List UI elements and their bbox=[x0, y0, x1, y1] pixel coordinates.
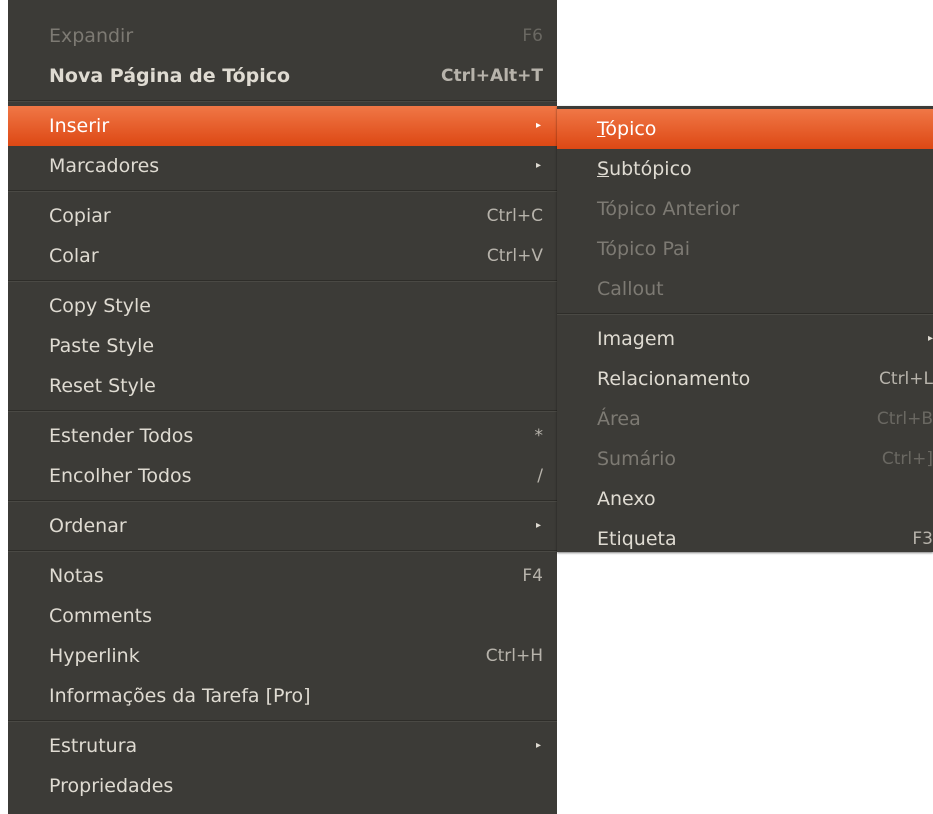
menu-item-paste-style[interactable]: Paste Style bbox=[8, 326, 557, 366]
submenu-item-etiqueta[interactable]: Etiqueta F3 bbox=[557, 519, 933, 559]
submenu-arrow-icon: ▸ bbox=[927, 333, 933, 344]
menu-item-label: Reset Style bbox=[49, 375, 156, 397]
menu-item-label: Expandir bbox=[49, 25, 134, 47]
menu-item-label: Relacionamento bbox=[597, 368, 751, 390]
menu-item-copy-style[interactable]: Copy Style bbox=[8, 286, 557, 326]
menu-item-shortcut: * bbox=[534, 426, 544, 446]
menu-item-label: Copiar bbox=[49, 205, 111, 227]
menu-item-label: Ordenar bbox=[49, 515, 127, 537]
menu-item-shortcut: Ctrl+] bbox=[881, 449, 933, 469]
menu-item-propriedades[interactable]: Propriedades bbox=[8, 766, 557, 806]
submenu-item-callout: Callout bbox=[557, 269, 933, 309]
menu-item-label: Subtópico bbox=[597, 149, 692, 189]
menu-item-comments[interactable]: Comments bbox=[8, 596, 557, 636]
menu-item-label: Notas bbox=[49, 565, 104, 587]
menu-item-shortcut: F6 bbox=[522, 26, 543, 46]
mnemonic-letter: S bbox=[597, 158, 610, 180]
label-rest: ubtópico bbox=[609, 158, 692, 180]
menu-item-hyperlink[interactable]: Hyperlink Ctrl+H bbox=[8, 636, 557, 676]
menu-item-informacoes-da-tarefa[interactable]: Informações da Tarefa [Pro] bbox=[8, 676, 557, 716]
menu-item-label: Marcadores bbox=[49, 155, 160, 177]
menu-item-estender-todos[interactable]: Estender Todos * bbox=[8, 416, 557, 456]
menu-item-label: Imagem bbox=[597, 328, 676, 350]
menu-item-shortcut: F3 bbox=[912, 529, 933, 549]
menu-item-shortcut: / bbox=[537, 466, 543, 486]
menu-separator bbox=[557, 313, 933, 315]
submenu-item-sumario: Sumário Ctrl+] bbox=[557, 439, 933, 479]
menu-item-estrutura[interactable]: Estrutura ▸ bbox=[8, 726, 557, 766]
menu-item-label: Área bbox=[597, 408, 641, 430]
menu-item-label: Etiqueta bbox=[597, 528, 677, 550]
menu-item-shortcut: Ctrl+L bbox=[879, 369, 933, 389]
menu-item-label: Tópico Anterior bbox=[597, 198, 740, 220]
submenu-item-topico[interactable]: Tópico bbox=[557, 109, 933, 149]
submenu-arrow-icon: ▸ bbox=[535, 160, 541, 171]
menu-item-label: Callout bbox=[597, 278, 664, 300]
submenu-item-relacionamento[interactable]: Relacionamento Ctrl+L bbox=[557, 359, 933, 399]
menu-item-label: Comments bbox=[49, 605, 152, 627]
menu-item-label: Hyperlink bbox=[49, 645, 140, 667]
context-menu: Expandir F6 Nova Página de Tópico Ctrl+A… bbox=[8, 0, 557, 814]
menu-item-shortcut: Ctrl+C bbox=[486, 206, 543, 226]
menu-item-marcadores[interactable]: Marcadores ▸ bbox=[8, 146, 557, 186]
menu-item-label: Estender Todos bbox=[49, 425, 194, 447]
menu-item-label: Paste Style bbox=[49, 335, 155, 357]
menu-item-label: Informações da Tarefa [Pro] bbox=[49, 685, 311, 707]
submenu-item-area: Área Ctrl+B bbox=[557, 399, 933, 439]
menu-separator bbox=[8, 550, 557, 552]
menu-item-label: Propriedades bbox=[49, 775, 174, 797]
menu-item-notas[interactable]: Notas F4 bbox=[8, 556, 557, 596]
submenu-item-topico-anterior: Tópico Anterior bbox=[557, 189, 933, 229]
submenu-arrow-icon: ▸ bbox=[535, 520, 541, 531]
menu-item-encolher-todos[interactable]: Encolher Todos / bbox=[8, 456, 557, 496]
menu-item-shortcut: Ctrl+H bbox=[485, 646, 543, 666]
menu-item-copiar[interactable]: Copiar Ctrl+C bbox=[8, 196, 557, 236]
menu-item-shortcut: Ctrl+B bbox=[876, 409, 933, 429]
menu-separator bbox=[8, 500, 557, 502]
inserir-submenu: Tópico Subtópico Tópico Anterior Tópico … bbox=[557, 106, 933, 552]
menu-separator bbox=[8, 410, 557, 412]
submenu-item-anexo[interactable]: Anexo bbox=[557, 479, 933, 519]
menu-item-inserir[interactable]: Inserir ▸ bbox=[8, 106, 557, 146]
menu-item-nova-pagina-de-topico[interactable]: Nova Página de Tópico Ctrl+Alt+T bbox=[8, 56, 557, 96]
submenu-item-subtopico[interactable]: Subtópico bbox=[557, 149, 933, 189]
menu-item-shortcut: Ctrl+Alt+T bbox=[440, 66, 543, 86]
menu-separator bbox=[8, 280, 557, 282]
menu-item-colar[interactable]: Colar Ctrl+V bbox=[8, 236, 557, 276]
menu-item-ordenar[interactable]: Ordenar ▸ bbox=[8, 506, 557, 546]
menu-separator bbox=[8, 720, 557, 722]
menu-item-label: Tópico bbox=[597, 109, 656, 149]
submenu-item-topico-pai: Tópico Pai bbox=[557, 229, 933, 269]
submenu-arrow-icon: ▸ bbox=[535, 740, 541, 751]
submenu-item-imagem[interactable]: Imagem ▸ bbox=[557, 319, 933, 359]
menu-item-label: Copy Style bbox=[49, 295, 151, 317]
label-rest: ópico bbox=[605, 118, 657, 140]
menu-separator bbox=[8, 100, 557, 102]
submenu-arrow-icon: ▸ bbox=[535, 120, 541, 131]
menu-item-label: Encolher Todos bbox=[49, 465, 192, 487]
menu-separator bbox=[8, 190, 557, 192]
menu-item-label: Sumário bbox=[597, 448, 676, 470]
menu-item-label: Anexo bbox=[597, 488, 656, 510]
menu-item-label: Inserir bbox=[49, 115, 110, 137]
menu-item-label: Tópico Pai bbox=[597, 238, 690, 260]
menu-item-shortcut: Ctrl+V bbox=[486, 246, 543, 266]
menu-item-shortcut: F4 bbox=[522, 566, 543, 586]
menu-item-label: Nova Página de Tópico bbox=[49, 65, 291, 87]
menu-item-label: Colar bbox=[49, 245, 99, 267]
menu-item-label: Estrutura bbox=[49, 735, 138, 757]
menu-item-expandir: Expandir F6 bbox=[8, 16, 557, 56]
menu-item-reset-style[interactable]: Reset Style bbox=[8, 366, 557, 406]
